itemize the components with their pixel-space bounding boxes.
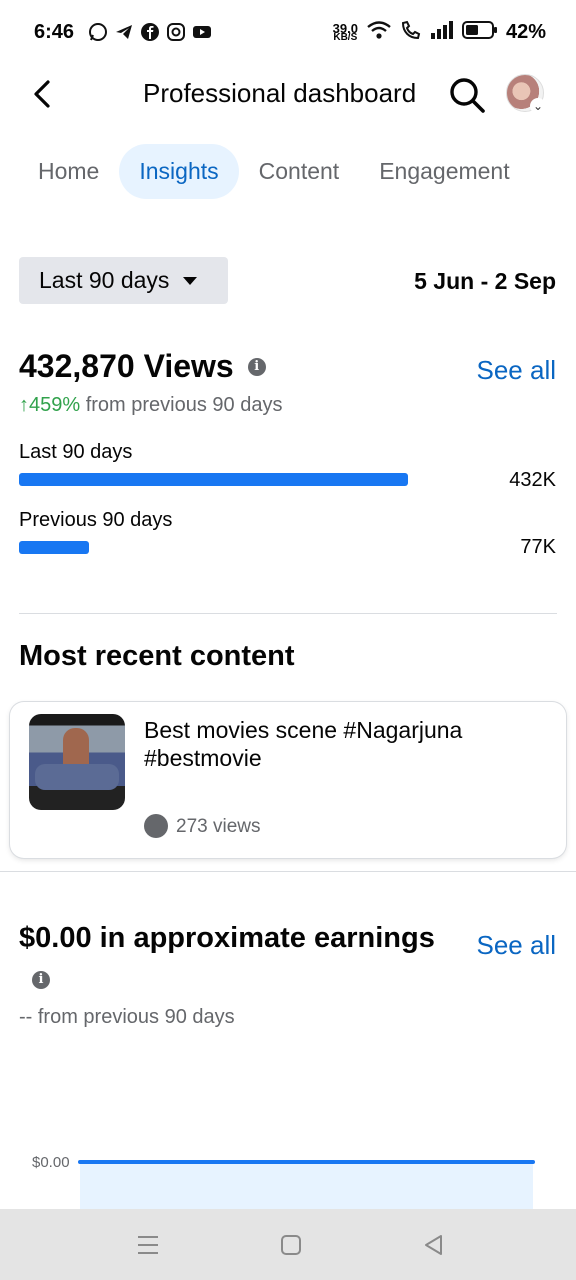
chart-area (80, 1162, 533, 1210)
views-total: 432,870 Views (19, 348, 234, 384)
back-button[interactable] (28, 76, 60, 112)
thumbnail-car (35, 764, 119, 790)
period-dropdown-label: Last 90 days (39, 267, 170, 293)
network-speed: 39.0 KB/S (332, 20, 358, 43)
tab-engagement[interactable]: Engagement (359, 144, 529, 199)
status-indicators: 39.0 KB/S 42% (333, 20, 546, 45)
tab-insights[interactable]: Insights (119, 143, 239, 199)
tab-content[interactable]: Content (239, 144, 360, 199)
square-icon (281, 1235, 301, 1255)
system-nav-bar (0, 1209, 576, 1280)
telegram-icon (114, 22, 134, 42)
caret-down-icon (183, 276, 198, 285)
home-button[interactable] (277, 1231, 305, 1259)
dashboard-tabs: Home Insights Content Engagement (18, 142, 530, 200)
views-change-text: from previous 90 days (80, 394, 283, 416)
divider (0, 871, 576, 872)
triangle-back-icon (425, 1235, 442, 1255)
earnings-change: -- from previous 90 days (19, 1006, 235, 1028)
earnings-title: $0.00 in approximate earnings (19, 922, 435, 954)
earnings-info-button[interactable]: i (32, 970, 50, 989)
search-button[interactable] (448, 76, 486, 114)
menu-button[interactable] (134, 1231, 162, 1259)
content-views: 273 views (176, 816, 261, 837)
chevron-left-icon (34, 80, 50, 108)
youtube-icon (192, 22, 212, 42)
earnings-chart: $0.00 (0, 1140, 576, 1210)
header: Professional dashboard ⌄ (0, 66, 576, 126)
current-period-label: Last 90 days (19, 441, 133, 463)
chart-y-tick-label: $0.00 (32, 1154, 70, 1171)
page-title: Professional dashboard (143, 78, 417, 108)
info-icon[interactable]: i (247, 357, 266, 376)
period-dropdown[interactable]: Last 90 days (19, 257, 228, 304)
instagram-icon (166, 22, 186, 42)
battery-icon (461, 20, 498, 45)
recent-content-card[interactable]: Best movies scene #Nagarjuna #bestmovie … (10, 702, 566, 858)
previous-period-value: 77K (520, 536, 556, 558)
status-time: 6:46 (34, 21, 75, 43)
signal-icon (430, 20, 454, 45)
tab-home[interactable]: Home (18, 144, 119, 199)
previous-period-bar-fill (19, 541, 89, 554)
current-period-bar-fill (19, 473, 408, 486)
views-change: ↑459% from previous 90 days (19, 394, 282, 417)
views-change-percent: ↑459% (19, 394, 81, 416)
video-thumbnail[interactable] (29, 714, 125, 810)
date-range: 5 Jun - 2 Sep (414, 268, 556, 294)
facebook-icon (140, 22, 160, 42)
recent-content-title: Most recent content (19, 640, 295, 672)
status-bar: 6:46 39.0 KB/S 42% (0, 0, 576, 66)
notification-icons (88, 22, 212, 42)
wifi-calling-icon (400, 20, 422, 45)
info-icon: i (32, 971, 50, 989)
chevron-down-icon[interactable]: ⌄ (530, 98, 546, 114)
back-nav-button[interactable] (420, 1231, 448, 1259)
divider (19, 613, 557, 614)
current-period-value: 432K (509, 469, 556, 491)
earnings-chart-svg: $0.00 (32, 1154, 535, 1210)
content-title: Best movies scene #Nagarjuna #bestmovie (144, 717, 463, 771)
views-icon (144, 814, 168, 838)
earnings-see-all-link[interactable]: See all (477, 930, 557, 961)
wifi-icon (366, 20, 392, 45)
views-see-all-link[interactable]: See all (477, 355, 557, 386)
battery-percent: 42% (505, 21, 546, 43)
previous-period-bar (19, 541, 499, 554)
search-icon (450, 78, 485, 113)
views-title: 432,870 Views i (19, 348, 266, 385)
previous-period-label: Previous 90 days (19, 509, 173, 531)
current-period-bar (19, 473, 499, 486)
menu-icon (138, 1236, 158, 1254)
whatsapp-icon (88, 22, 108, 42)
